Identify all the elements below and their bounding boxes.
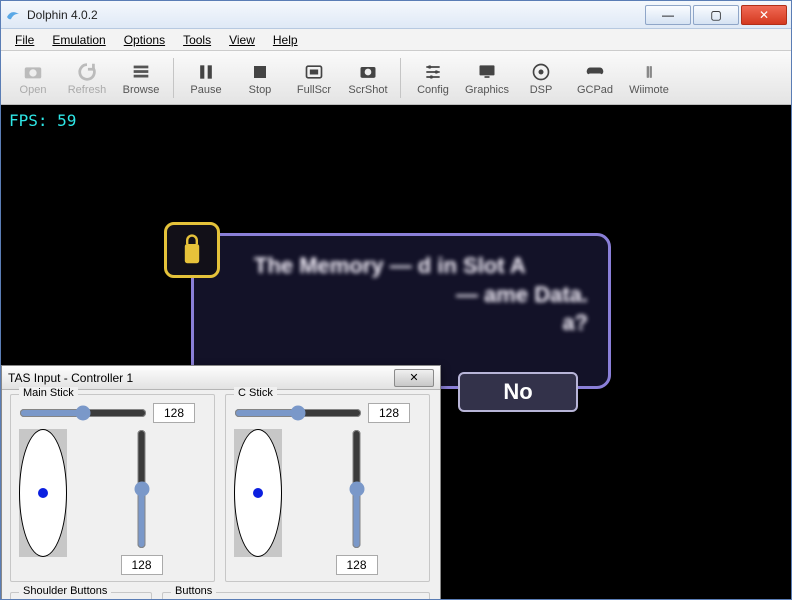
group-label: C Stick [234,387,277,399]
graphics-button[interactable]: Graphics [461,54,513,102]
c-stick-y-slider[interactable] [292,429,421,549]
config-button[interactable]: Config [407,54,459,102]
stop-button[interactable]: Stop [234,54,286,102]
window-title: Dolphin 4.0.2 [27,8,645,22]
dialog-text-line3: a? [254,309,588,338]
pause-icon [193,60,219,84]
maximize-button[interactable]: ▢ [693,5,739,25]
menu-bar: File Emulation Options Tools View Help [1,29,791,51]
titlebar: Dolphin 4.0.2 ― ▢ ✕ [1,1,791,29]
list-icon [128,60,154,84]
c-stick-x-slider[interactable] [234,405,362,421]
c-stick-pad[interactable] [234,429,282,557]
wiimote-button[interactable]: Wiimote [623,54,675,102]
browse-button[interactable]: Browse [115,54,167,102]
menu-file[interactable]: File [7,31,42,49]
buttons-group: Buttons A B X Y L R Z Start Up [162,592,430,599]
main-stick-x-value[interactable]: 128 [153,403,195,423]
open-button: Open [7,54,59,102]
menu-tools[interactable]: Tools [175,31,219,49]
main-stick-group: Main Stick 128 128 [10,394,215,582]
c-stick-x-value[interactable]: 128 [368,403,410,423]
toolbar-separator [173,58,174,98]
main-stick-x-slider[interactable] [19,405,147,421]
tas-input-window: TAS Input - Controller 1 ✕ Main Stick 12… [1,365,441,599]
fps-counter: FPS: 59 [9,111,76,130]
menu-options[interactable]: Options [116,31,173,49]
shoulder-group: Shoulder Buttons 0 0 [10,592,152,599]
group-label: Main Stick [19,387,78,399]
main-stick-pad[interactable] [19,429,67,557]
tas-close-button[interactable]: ✕ [394,369,434,387]
gamepad-icon [582,60,608,84]
dialog-text-line1: The Memory — d in Slot A [254,252,588,281]
app-icon [5,7,21,23]
dsp-button[interactable]: DSP [515,54,567,102]
c-stick-y-value[interactable]: 128 [336,555,378,575]
toolbar-separator [400,58,401,98]
photo-icon [355,60,381,84]
c-stick-group: C Stick 128 128 [225,394,430,582]
game-viewport[interactable]: FPS: 59 The Memory — d in Slot A — ame D… [1,105,791,599]
gcpad-button[interactable]: GCPad [569,54,621,102]
group-label: Buttons [171,585,216,597]
main-window: Dolphin 4.0.2 ― ▢ ✕ File Emulation Optio… [0,0,792,600]
camera-icon [20,60,46,84]
menu-view[interactable]: View [221,31,263,49]
minimize-button[interactable]: ― [645,5,691,25]
main-stick-y-slider[interactable] [77,429,206,549]
remote-icon [636,60,662,84]
dialog-text-line2: — ame Data. [254,281,588,310]
main-stick-y-value[interactable]: 128 [121,555,163,575]
stop-icon [247,60,273,84]
sliders-icon [420,60,446,84]
screenshot-button[interactable]: ScrShot [342,54,394,102]
toolbar: Open Refresh Browse Pause Stop FullScr S… [1,51,791,105]
group-label: Shoulder Buttons [19,585,111,597]
close-button[interactable]: ✕ [741,5,787,25]
fullscreen-icon [301,60,327,84]
warning-icon [164,222,220,278]
refresh-button: Refresh [61,54,113,102]
menu-help[interactable]: Help [265,31,306,49]
disc-icon [528,60,554,84]
no-button[interactable]: No [458,372,578,412]
tas-title-text: TAS Input - Controller 1 [8,371,394,385]
fullscreen-button[interactable]: FullScr [288,54,340,102]
menu-emulation[interactable]: Emulation [44,31,113,49]
pause-button[interactable]: Pause [180,54,232,102]
refresh-icon [74,60,100,84]
monitor-icon [474,60,500,84]
